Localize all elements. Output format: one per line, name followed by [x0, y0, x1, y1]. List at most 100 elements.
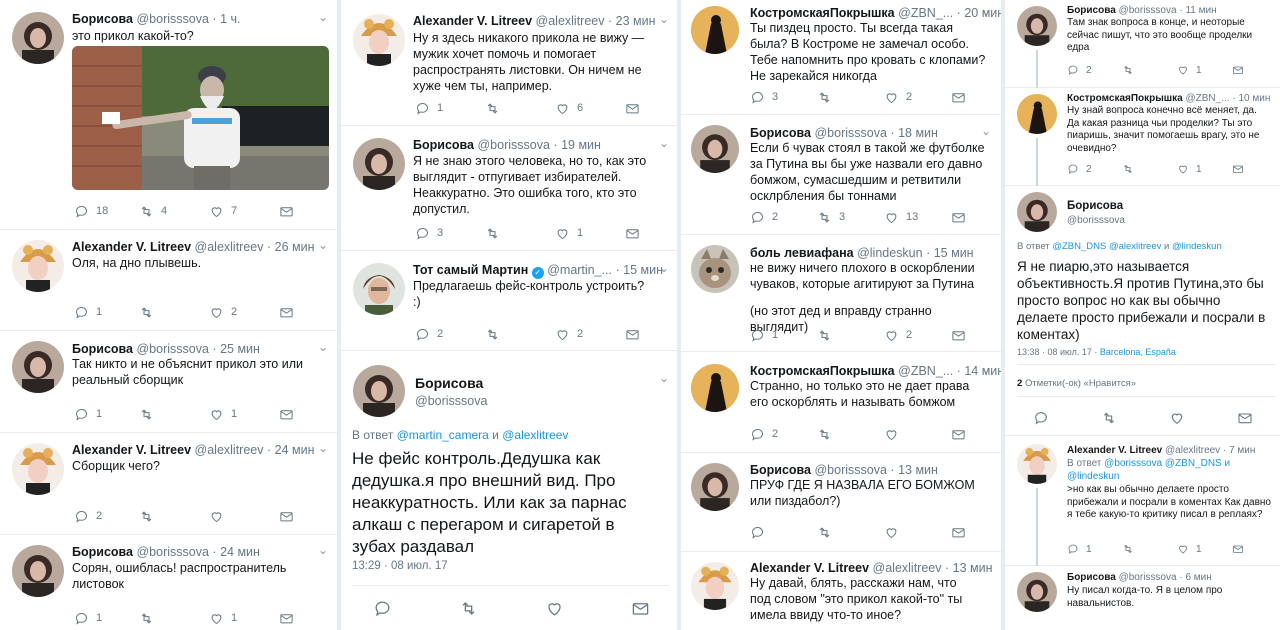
dm-button[interactable]	[279, 407, 294, 422]
dm-button[interactable]	[951, 90, 966, 105]
timestamp[interactable]: 1 ч.	[220, 12, 240, 26]
avatar[interactable]	[353, 365, 405, 417]
avatar[interactable]	[1017, 192, 1057, 232]
dm-button[interactable]	[625, 101, 640, 116]
author-name[interactable]: Борисова	[72, 545, 133, 559]
like-button[interactable]: 2	[209, 305, 279, 320]
author-handle[interactable]: @borisssova	[136, 12, 208, 26]
timestamp[interactable]: 13 мин	[898, 463, 938, 477]
timestamp[interactable]: 24 мин	[275, 443, 315, 457]
author-handle[interactable]: @alexlitreev	[195, 240, 264, 254]
dm-button[interactable]	[625, 226, 640, 241]
dm-button[interactable]	[279, 305, 294, 320]
avatar[interactable]	[12, 240, 64, 292]
author-handle[interactable]: @martin_...	[547, 263, 612, 277]
tweet[interactable]: Борисова @borisssova · 13 мин ПРУФ ГДЕ Я…	[681, 453, 1001, 552]
tweet[interactable]: Борисова @borisssova · 6 мин Ну писал ко…	[1005, 566, 1280, 630]
author-handle[interactable]: @alexlitreev	[536, 14, 605, 28]
like-button[interactable]: 7	[209, 204, 279, 219]
reply-button[interactable]: 2	[1067, 64, 1122, 76]
tweet[interactable]: КостромскаяПокрышка @ZBN_... · 10 мин Ну…	[1005, 88, 1280, 186]
chevron-down-icon[interactable]: ⌄	[659, 371, 669, 385]
tweet[interactable]: боль левиафана @lindeskun · 15 мин не ви…	[681, 235, 1001, 352]
dm-button[interactable]	[951, 328, 966, 343]
author-handle[interactable]: @alexlitreev	[195, 443, 264, 457]
tweet[interactable]: Alexander V. Litreev @alexlitreev · 26 м…	[0, 230, 337, 331]
dm-button[interactable]	[279, 204, 294, 219]
tweet[interactable]: Alexander V. Litreev @alexlitreev · 7 ми…	[1005, 436, 1280, 566]
avatar[interactable]	[1017, 6, 1057, 46]
dm-button[interactable]	[951, 210, 966, 225]
timestamp[interactable]: 13 мин	[953, 561, 993, 575]
avatar[interactable]	[12, 545, 64, 597]
reply-to-link[interactable]: @alexlitreev	[502, 428, 568, 442]
author-handle[interactable]: @borisssova	[477, 138, 549, 152]
timestamp[interactable]: 18 мин	[898, 126, 938, 140]
retweet-button[interactable]	[1122, 163, 1177, 175]
author-handle[interactable]: @borisssova	[136, 342, 208, 356]
tweet-datetime[interactable]: 13:29 · 08 июл. 17	[352, 560, 448, 572]
author-name[interactable]: Борисова	[1067, 200, 1123, 212]
timestamp[interactable]: 26 мин	[275, 240, 315, 254]
timestamp[interactable]: 15 мин	[934, 246, 974, 260]
reply-button[interactable]: 2	[750, 427, 817, 442]
dm-button[interactable]	[1237, 410, 1253, 426]
timestamp[interactable]: 15 мин	[623, 263, 663, 277]
tweet[interactable]: Alexander V. Litreev @alexlitreev · 24 м…	[0, 433, 337, 535]
like-button[interactable]	[1169, 410, 1237, 426]
author-handle[interactable]: @ZBN_...	[898, 364, 953, 378]
avatar[interactable]	[353, 263, 405, 315]
like-button[interactable]: 1	[209, 407, 279, 422]
retweet-button[interactable]	[1122, 64, 1177, 76]
chevron-down-icon[interactable]: ⌄	[981, 124, 991, 138]
reply-button[interactable]: 1	[750, 328, 817, 343]
author-name[interactable]: Alexander V. Litreev	[72, 443, 191, 457]
like-button[interactable]: 1	[1177, 163, 1232, 175]
dm-button[interactable]	[1232, 543, 1244, 555]
tweet[interactable]: Борисова @borisssova · 18 мин ⌄ Если б ч…	[681, 115, 1001, 235]
timestamp[interactable]: 7 мин	[1229, 445, 1255, 456]
like-button[interactable]: 1	[1177, 64, 1232, 76]
author-handle[interactable]: @borisssova	[1119, 572, 1177, 583]
tweet[interactable]: Борисова @borisssova · 11 мин Там знак в…	[1005, 0, 1280, 88]
reply-button[interactable]: 3	[415, 226, 485, 241]
tweet[interactable]: Борисова @borisssova · 19 мин ⌄ Я не зна…	[341, 126, 677, 251]
reply-button[interactable]: 2	[750, 210, 817, 225]
reply-button[interactable]: 2	[1067, 163, 1122, 175]
like-button[interactable]: 2	[555, 327, 625, 342]
retweet-button[interactable]	[485, 226, 555, 241]
like-button[interactable]: 6	[555, 101, 625, 116]
chevron-down-icon[interactable]: ⌄	[981, 4, 991, 18]
tweet[interactable]: Alexander V. Litreev @alexlitreev · 13 м…	[681, 552, 1001, 630]
author-name[interactable]: Alexander V. Litreev	[413, 14, 532, 28]
like-button[interactable]	[209, 509, 279, 524]
avatar[interactable]	[691, 562, 739, 610]
dm-button[interactable]	[625, 327, 640, 342]
retweet-button[interactable]	[817, 525, 884, 540]
author-handle[interactable]: @borisssova	[415, 394, 487, 408]
author-name[interactable]: КостромскаяПокрышка	[1067, 93, 1183, 104]
author-handle[interactable]: @borisssova	[814, 463, 886, 477]
retweet-button[interactable]	[1101, 410, 1169, 426]
chevron-down-icon[interactable]: ⌄	[318, 441, 328, 455]
reply-button[interactable]	[750, 525, 817, 540]
reply-to-link[interactable]: @lindeskun	[1172, 241, 1222, 252]
like-button[interactable]	[884, 525, 951, 540]
chevron-down-icon[interactable]: ⌄	[981, 362, 991, 376]
author-name[interactable]: Борисова	[1067, 572, 1116, 583]
author-name[interactable]: боль левиафана	[750, 246, 854, 260]
retweet-button[interactable]	[139, 611, 209, 626]
reply-button[interactable]	[373, 599, 459, 618]
author-name[interactable]: Борисова	[415, 375, 483, 391]
avatar[interactable]	[1017, 572, 1057, 612]
avatar[interactable]	[12, 443, 64, 495]
dm-button[interactable]	[279, 509, 294, 524]
retweet-button[interactable]	[139, 305, 209, 320]
author-name[interactable]: КостромскаяПокрышка	[750, 6, 895, 20]
timestamp[interactable]: 6 мин	[1185, 572, 1211, 583]
reply-button[interactable]: 1	[74, 305, 139, 320]
retweet-button[interactable]	[139, 407, 209, 422]
chevron-down-icon[interactable]: ⌄	[659, 261, 669, 275]
retweet-button[interactable]	[485, 327, 555, 342]
retweet-button[interactable]	[1122, 543, 1177, 555]
